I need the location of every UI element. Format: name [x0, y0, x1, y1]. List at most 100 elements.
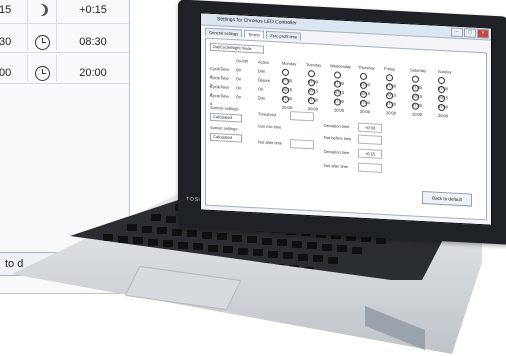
- day-time-cell[interactable]: 07:30: [412, 93, 422, 108]
- not-after-label: Not after time: [258, 139, 283, 146]
- clock-icon[interactable]: [386, 92, 393, 100]
- header-action: Action: [258, 59, 270, 65]
- day-time-cell[interactable]: 07:30: [386, 92, 396, 107]
- time-value: 20:00: [438, 112, 449, 119]
- tab-general[interactable]: General settings: [205, 27, 243, 38]
- clock-icon[interactable]: [27, 24, 57, 50]
- day-time-cell[interactable]: 07:00: [386, 74, 396, 89]
- clock-icon[interactable]: [412, 93, 419, 102]
- day-time-cell[interactable]: 07:30: [282, 87, 292, 101]
- threshold-label: Threshold: [258, 111, 276, 118]
- day-time-cell[interactable]: +0:15: [438, 86, 448, 100]
- deviation-input-2[interactable]: +0:15: [358, 148, 382, 159]
- deviation-label-2: Deviation time: [324, 148, 350, 156]
- action-select[interactable]: Dim: [258, 94, 265, 102]
- day-time-cell[interactable]: 07:00: [360, 73, 370, 87]
- clock-icon[interactable]: [412, 84, 419, 93]
- laptop-screen: Settings for Chronos LED Controller – □ …: [200, 12, 492, 226]
- tab-timers[interactable]: Timers: [244, 29, 265, 39]
- day-time-cell[interactable]: 07:00: [412, 75, 422, 90]
- onoff-select[interactable]: On: [236, 93, 241, 101]
- day-time-cell[interactable]: 20:00: [412, 102, 422, 117]
- day-time-cell[interactable]: 07:00: [438, 77, 448, 91]
- day-time-cell[interactable]: +0:15: [360, 82, 370, 96]
- header-wednesday: Wednesday: [330, 63, 352, 70]
- day-time-cell[interactable]: 20:00: [308, 97, 318, 112]
- day-time-cell[interactable]: 20:00: [334, 98, 344, 113]
- back-to-default-button[interactable]: Back to default: [422, 190, 472, 207]
- time-value: 20:00: [308, 106, 319, 112]
- day-time-cell[interactable]: 07:30: [334, 89, 344, 104]
- clock-icon[interactable]: [386, 74, 393, 82]
- clock-icon[interactable]: [438, 104, 445, 112]
- keyboard-key: [163, 240, 173, 247]
- clock-icon[interactable]: [412, 75, 419, 84]
- row-hour: 30: [0, 36, 12, 48]
- day-time-cell[interactable]: 20:00: [360, 100, 370, 114]
- close-button[interactable]: ×: [477, 28, 489, 39]
- action-select[interactable]: On: [258, 85, 263, 93]
- clock-icon[interactable]: [360, 82, 367, 90]
- day-time-cell[interactable]: 07:00: [282, 69, 292, 83]
- list-item: 15 +0:15: [0, 0, 129, 24]
- clock-icon[interactable]: [334, 71, 341, 80]
- day-time-cell[interactable]: 20:00: [282, 96, 292, 110]
- clock-icon[interactable]: [438, 86, 445, 94]
- threshold-input[interactable]: [290, 111, 314, 122]
- sunrise-select[interactable]: Calculated: [210, 112, 242, 123]
- action-select[interactable]: Gloom: [258, 76, 270, 85]
- onoff-select[interactable]: On: [236, 84, 241, 92]
- clock-icon[interactable]: [282, 69, 289, 77]
- clock-icon[interactable]: [308, 97, 315, 105]
- clock-icon[interactable]: [282, 96, 289, 104]
- onoff-select[interactable]: On: [236, 66, 241, 74]
- day-time-cell[interactable]: +0:15: [308, 79, 318, 94]
- not-after-input-2[interactable]: [358, 162, 382, 173]
- clock-icon[interactable]: [360, 100, 367, 108]
- day-time-cell[interactable]: 07:00: [334, 71, 344, 86]
- day-time-cell[interactable]: 07:00: [308, 70, 318, 85]
- day-time-cell[interactable]: +0:15: [282, 78, 292, 92]
- time-value: 20:00: [360, 108, 371, 115]
- row-name: CycleTime 2: [210, 74, 229, 88]
- clock-icon[interactable]: [334, 80, 341, 89]
- day-time-cell[interactable]: 07:30: [438, 95, 448, 109]
- clock-icon[interactable]: [334, 98, 341, 107]
- time-value: 20:00: [412, 111, 423, 117]
- deviation-input[interactable]: +0:30: [358, 122, 382, 133]
- clock-icon[interactable]: [308, 70, 315, 78]
- tab-zero-profit[interactable]: Zero profit time: [266, 30, 302, 41]
- clock-icon[interactable]: [438, 77, 445, 85]
- action-select[interactable]: Dim: [258, 67, 265, 75]
- clock-icon[interactable]: [438, 95, 445, 103]
- row-name: CycleTime 4: [210, 92, 229, 106]
- clock-icon[interactable]: [282, 87, 289, 95]
- day-time-cell[interactable]: 07:30: [360, 91, 370, 105]
- clock-icon[interactable]: [386, 101, 393, 109]
- clock-icon[interactable]: [27, 55, 57, 81]
- day-time-cell[interactable]: 20:00: [386, 101, 396, 116]
- clock-icon[interactable]: [282, 78, 289, 86]
- not-after-input[interactable]: [290, 139, 314, 150]
- clock-icon[interactable]: [308, 79, 315, 87]
- clock-icon[interactable]: [386, 83, 393, 91]
- day-time-cell[interactable]: +0:15: [334, 80, 344, 95]
- day-time-cell[interactable]: +0:15: [386, 83, 396, 98]
- minimize-button[interactable]: –: [451, 27, 463, 38]
- clock-icon[interactable]: [412, 102, 419, 111]
- maximize-button[interactable]: □: [464, 28, 476, 38]
- sunset-select[interactable]: Calculated: [210, 132, 242, 143]
- day-time-cell[interactable]: 07:30: [308, 88, 318, 103]
- header-friday: Friday: [384, 65, 396, 72]
- onoff-select[interactable]: On: [236, 75, 241, 83]
- clock-icon[interactable]: [334, 89, 341, 98]
- keyboard-key: [133, 237, 143, 244]
- day-time-cell[interactable]: 20:00: [438, 104, 448, 118]
- not-before-input[interactable]: [358, 134, 382, 145]
- clock-icon[interactable]: [360, 73, 367, 81]
- clock-icon[interactable]: [360, 91, 367, 99]
- keyboard-key: [322, 243, 332, 251]
- day-time-cell[interactable]: +0:15: [412, 84, 422, 99]
- clock-icon[interactable]: [308, 88, 315, 96]
- profile-select[interactable]: DayCycle/Night mode: [210, 42, 264, 54]
